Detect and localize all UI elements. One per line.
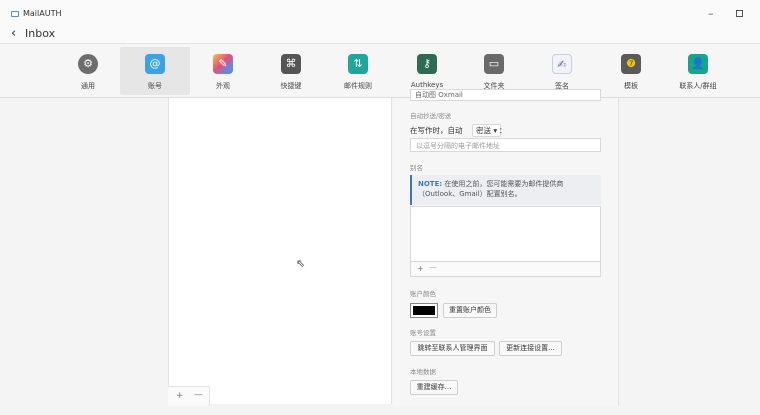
preferences-toolbar: ⚙ 通用 @ 账号 ✎ 外观 ⌘ 快捷键 ⇅ 邮件规则 ⚷ Authkeys ▭…: [0, 44, 760, 98]
folder-icon: ▭: [484, 54, 504, 74]
tab-authkeys[interactable]: ⚷ Authkeys: [392, 47, 462, 95]
account-name-field[interactable]: 自动图 Oxmail: [410, 89, 601, 101]
tab-contacts-groups[interactable]: 👤 联系人/群组: [663, 47, 733, 95]
signature-icon: ✍: [552, 54, 572, 74]
tab-label: 外观: [216, 82, 230, 90]
tab-appearance[interactable]: ✎ 外观: [188, 47, 258, 95]
account-list-footer: + —: [168, 386, 210, 406]
rules-arrows-icon: ⇅: [348, 54, 368, 74]
swatch-color: [413, 306, 435, 315]
palette-icon: ✎: [213, 54, 233, 74]
auto-cc-suffix: ：: [499, 126, 507, 135]
note-title: NOTE:: [418, 180, 443, 188]
reset-account-color-button[interactable]: 重置账户颜色: [443, 303, 497, 318]
account-color-swatch[interactable]: [410, 303, 438, 318]
local-data-section-label: 本地数据: [410, 368, 436, 376]
tab-shortcuts[interactable]: ⌘ 快捷键: [256, 47, 326, 95]
account-list[interactable]: [168, 98, 392, 404]
account-settings-section-label: 账号设置: [410, 329, 436, 337]
tab-label: 账号: [148, 82, 162, 90]
at-sign-icon: @: [145, 54, 165, 74]
tab-general[interactable]: ⚙ 通用: [53, 47, 123, 95]
tab-label: 联系人/群组: [679, 82, 717, 90]
tab-label: 快捷键: [280, 82, 302, 90]
back-arrow-icon[interactable]: ‹: [11, 26, 16, 41]
nav-bar: ‹ Inbox: [0, 24, 760, 44]
tab-label: 通用: [81, 82, 95, 90]
rebuild-cache-button[interactable]: 重建缓存...: [410, 380, 458, 395]
account-color-section-label: 账户颜色: [410, 290, 436, 298]
remove-account-button[interactable]: —: [194, 390, 203, 400]
maximize-button[interactable]: [736, 10, 743, 17]
remove-alias-button[interactable]: —: [429, 263, 437, 272]
command-key-icon: ⌘: [281, 54, 301, 74]
auto-cc-section-label: 自动抄送/密送: [410, 112, 452, 120]
tab-mail-rules[interactable]: ⇅ 邮件规则: [323, 47, 393, 95]
tab-signature[interactable]: ✍ 签名: [527, 47, 597, 95]
mouse-cursor-icon: ⇖: [296, 257, 306, 270]
gear-icon: ⚙: [78, 54, 98, 74]
alias-note: NOTE: 在使用之前，您可能需要为邮件提供商（Outlook、Gmail）配置…: [410, 175, 601, 205]
auto-cc-prefix: 在写作时，自动: [410, 126, 463, 135]
minimize-button[interactable]: –: [708, 7, 714, 20]
auto-cc-email-input[interactable]: 以逗号分隔的电子邮件地址: [410, 138, 601, 152]
alias-list-footer: + —: [410, 262, 601, 277]
goto-contacts-manager-button[interactable]: 跳转至联系人管理界面: [410, 341, 495, 356]
alias-list[interactable]: [410, 206, 601, 262]
auto-cc-select[interactable]: 密送 ▾: [472, 124, 502, 137]
alias-section-label: 别名: [410, 164, 423, 172]
tab-label: 模板: [624, 82, 638, 90]
template-icon: ❼: [621, 54, 641, 74]
mail-logo-icon: [11, 11, 19, 17]
account-name-value: 自动图 Oxmail: [415, 91, 463, 99]
contacts-icon: 👤: [688, 54, 708, 74]
tab-label: Authkeys: [410, 81, 444, 89]
update-connection-settings-button[interactable]: 更新连接设置...: [499, 341, 562, 356]
tab-label: 邮件规则: [344, 82, 372, 90]
key-icon: ⚷: [417, 54, 437, 74]
add-account-button[interactable]: +: [176, 391, 184, 401]
app-title: MailAUTH: [23, 9, 62, 18]
tab-account[interactable]: @ 账号: [120, 47, 190, 95]
title-bar: MailAUTH –: [0, 0, 760, 24]
tab-folders[interactable]: ▭ 文件夹: [459, 47, 529, 95]
add-alias-button[interactable]: +: [417, 264, 424, 273]
back-to-inbox-link[interactable]: Inbox: [25, 27, 55, 40]
tab-templates[interactable]: ❼ 模板: [596, 47, 666, 95]
